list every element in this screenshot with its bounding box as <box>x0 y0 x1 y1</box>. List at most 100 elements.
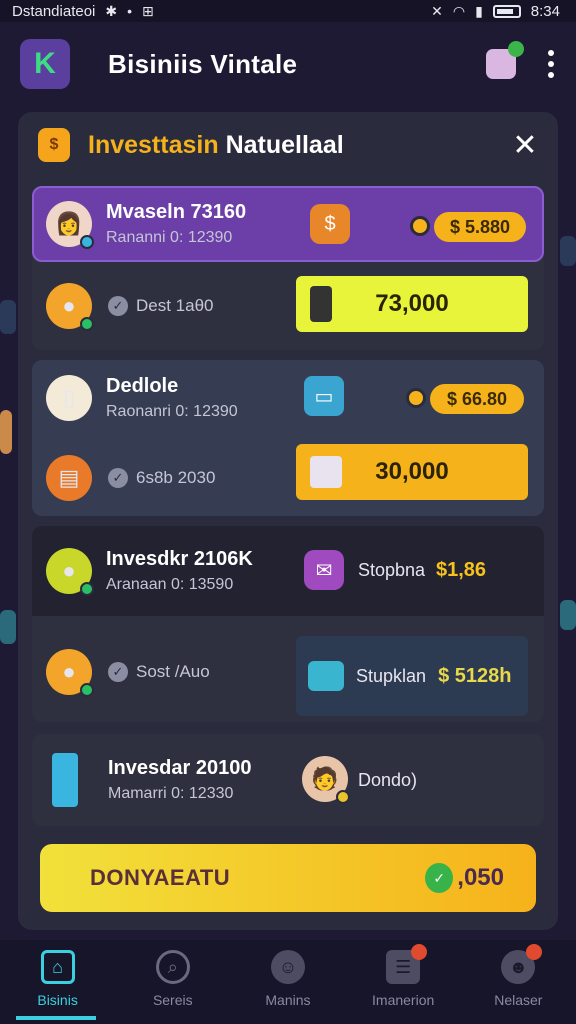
card-2-value-button[interactable]: 30,000 <box>296 444 528 500</box>
card-3-name: Invesdkr 2106K <box>106 548 253 570</box>
card-2-name: Dedlole <box>106 375 179 397</box>
bg-decoration-right-2 <box>560 600 576 630</box>
panel-title: Investtasin Natuellaal <box>88 131 344 160</box>
clock-text: 8:34 <box>530 2 560 20</box>
wifi-icon: ◠ <box>452 3 466 19</box>
app-bar: K Bisiniis Vintale <box>0 22 576 106</box>
card-2-status: ✓ 6s8b 2030 <box>108 468 215 488</box>
bottom-nav: ⌂ Bisinis ⌕ Sereis ☺ Manins ☰ Imanerion … <box>0 940 576 1024</box>
nav-item-search[interactable]: ⌕ Sereis <box>123 950 223 1008</box>
more-options-icon[interactable] <box>546 50 556 78</box>
panel-header: $ Investtasin Natuellaal ✕ <box>18 112 558 178</box>
card-3-right-label: Stopbna <box>358 560 426 580</box>
card-4-right-label: Dondo) <box>358 770 418 790</box>
food-icon: ● <box>46 548 94 596</box>
notification-badge <box>526 944 543 960</box>
card-2-header: ▯ Dedlole Raonanri 0: 12390 ▭ $ 66.80 <box>32 360 544 436</box>
investment-panel: $ Investtasin Natuellaal ✕ 👩 Mvaseln 731… <box>18 112 558 930</box>
wallet-icon <box>308 661 344 691</box>
nav-label: Sereis <box>152 992 193 1008</box>
search-icon: ⌕ <box>155 950 190 984</box>
device-icon: ▭ <box>304 376 344 416</box>
signal-icon: ▮ <box>475 3 483 19</box>
carrier-text: Dstandiateoi <box>12 2 96 20</box>
cta-value: ,050 <box>457 864 504 891</box>
shopping-bag-icon[interactable] <box>486 41 524 79</box>
phone-icon <box>52 753 78 807</box>
card-3-status-label: Sost /Auo <box>136 662 210 681</box>
phone-icon <box>310 286 332 322</box>
nav-item-inbox[interactable]: ☰ Imanerion <box>353 944 453 1008</box>
app-title: Bisiniis Vintale <box>108 48 298 79</box>
card-3-status: ✓ Sost /Auo <box>108 662 210 682</box>
card-3-box-value: $ 5128h <box>438 664 512 687</box>
coin-dot-icon <box>410 216 430 236</box>
home-icon: ⌂ <box>40 950 75 984</box>
card-1-status-label: Dest 1aθ0 <box>136 296 214 315</box>
card-1-subtitle: Rananni 0: 12390 <box>106 229 233 246</box>
chat-icon: ✉ <box>304 550 344 590</box>
nav-label: Manins <box>265 992 311 1008</box>
investment-card-3[interactable]: ● Invesdkr 2106K Aranaan 0: 13590 ✉ Stop… <box>32 526 544 722</box>
card-3-right-value: $1,86 <box>436 559 487 581</box>
card-2-value: 30,000 <box>375 458 449 485</box>
notification-badge <box>411 944 428 960</box>
bg-decoration-right <box>560 236 576 266</box>
smile-icon: ☺ <box>270 950 305 984</box>
card-2-subtitle: Raonanri 0: 12390 <box>106 403 238 420</box>
coin-dot-icon <box>406 388 426 408</box>
card-4-name: Invesdar 20100 <box>108 757 252 779</box>
card-1-status: ✓ Dest 1aθ0 <box>108 296 214 316</box>
card-4-subtitle: Mamarri 0: 12330 <box>108 785 234 802</box>
cta-label: DONYAEATU <box>90 865 231 890</box>
investment-card-1[interactable]: 👩 Mvaseln 73160 Rananni 0: 12390 $ $ 5.8… <box>32 186 544 350</box>
investment-card-2[interactable]: ▯ Dedlole Raonanri 0: 12390 ▭ $ 66.80 ▤ … <box>32 360 544 516</box>
check-icon: ✓ <box>108 468 128 488</box>
bg-decoration-left <box>0 300 16 334</box>
card-3-value-box[interactable]: Stupklan $ 5128h <box>296 636 528 716</box>
card-3-box-label: Stupklan <box>356 665 427 686</box>
panel-title-rest: Natuellaal <box>225 130 344 159</box>
nav-item-profile[interactable]: ☻ Nelaser <box>468 944 568 1008</box>
battery-icon <box>492 4 521 18</box>
bluetooth-icon: ✕ <box>431 3 443 19</box>
card-1-body: ● ✓ Dest 1aθ0 73,000 <box>32 268 544 344</box>
donate-cta-button[interactable]: DONYAEATU ✓ ,050 <box>40 844 536 912</box>
card-1-value-button[interactable]: 73,000 <box>296 276 528 332</box>
check-icon: ✓ <box>108 296 128 316</box>
status-bar: Dstandiateoi ✱ • ⊞ ✕ ◠ ▮ 8:34 <box>0 0 576 22</box>
nav-label: Nelaser <box>494 992 543 1008</box>
avatar: 👩 <box>46 201 94 249</box>
plus-icon: ⊞ <box>142 3 154 19</box>
nav-item-smile[interactable]: ☺ Manins <box>238 950 338 1008</box>
shield-check-icon: ✓ <box>425 863 454 893</box>
hexagon-coin-icon: $ <box>310 204 350 244</box>
card-3-body: ● ✓ Sost /Auo Stupklan $ 5128h <box>32 622 544 722</box>
active-tab-indicator <box>16 1016 96 1020</box>
card-2-price-pill[interactable]: $ 66.80 <box>430 384 524 414</box>
box-icon <box>310 456 342 488</box>
card-3-subtitle: Aranaan 0: 13590 <box>106 576 234 593</box>
card-2-status-label: 6s8b 2030 <box>136 468 216 487</box>
nav-label: Bisinis <box>37 992 78 1008</box>
nav-item-home[interactable]: ⌂ Bisinis <box>8 950 108 1008</box>
bg-decoration-left-2 <box>0 410 12 454</box>
close-button[interactable]: ✕ <box>508 128 542 162</box>
person-icon: 🧑 <box>302 756 350 804</box>
app-logo-icon[interactable]: K <box>20 39 70 89</box>
tablet-icon: ▯ <box>46 375 92 421</box>
food-icon: ● <box>46 649 94 697</box>
card-1-header: 👩 Mvaseln 73160 Rananni 0: 12390 $ $ 5.8… <box>32 186 544 262</box>
card-1-value: 73,000 <box>375 290 449 317</box>
card-3-header: ● Invesdkr 2106K Aranaan 0: 13590 ✉ Stop… <box>32 526 544 616</box>
check-icon: ✓ <box>108 662 128 682</box>
nav-label: Imanerion <box>372 992 435 1008</box>
panel-title-accent: Investtasin <box>88 130 219 159</box>
food-icon: ● <box>46 283 94 331</box>
investment-card-4[interactable]: Invesdar 20100 Mamarri 0: 12330 🧑 Dondo) <box>32 734 544 826</box>
bg-decoration-left-3 <box>0 610 16 644</box>
card-1-price-pill[interactable]: $ 5.880 <box>434 212 526 242</box>
coin-icon: $ <box>38 128 70 162</box>
card-2-body: ▤ ✓ 6s8b 2030 30,000 <box>32 440 544 516</box>
cash-icon: ▤ <box>46 455 92 501</box>
